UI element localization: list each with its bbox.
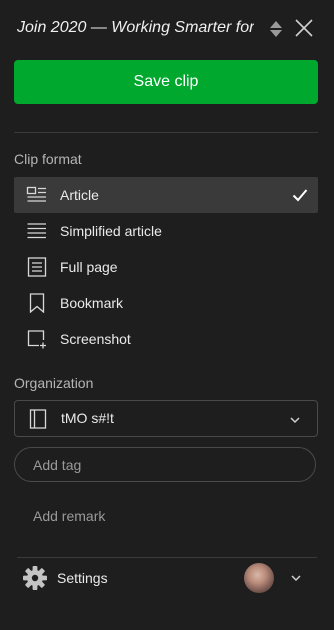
screenshot-icon [26,329,48,349]
format-label: Simplified article [60,223,162,239]
format-option-article[interactable]: Article [14,177,318,213]
chevron-down-icon [289,413,301,425]
check-icon [292,187,308,203]
clip-format-label: Clip format [14,151,82,167]
sort-updown-icon[interactable] [268,19,284,39]
format-label: Article [60,187,99,203]
simplified-article-icon [26,221,48,241]
remark-input[interactable] [14,500,316,532]
format-option-bookmark[interactable]: Bookmark [14,285,318,321]
chevron-down-icon[interactable] [290,571,302,583]
tag-input[interactable] [14,447,316,482]
gear-icon [22,565,48,591]
format-label: Screenshot [60,331,131,347]
clip-format-list: Article Simplified article Full page Boo… [14,177,318,357]
notebook-name: tMO s#!t [61,410,114,426]
settings-label: Settings [57,570,108,586]
clip-header: Join 2020 — Working Smarter for [0,0,334,56]
page-title[interactable]: Join 2020 — Working Smarter for [17,17,254,39]
settings-button[interactable]: Settings [22,564,108,592]
save-clip-button[interactable]: Save clip [14,60,318,104]
format-option-simplified-article[interactable]: Simplified article [14,213,318,249]
bookmark-icon [26,293,48,314]
divider [17,557,317,558]
notebook-icon [29,409,47,429]
format-option-full-page[interactable]: Full page [14,249,318,285]
format-label: Full page [60,259,118,275]
format-option-screenshot[interactable]: Screenshot [14,321,318,357]
format-label: Bookmark [60,295,124,311]
avatar[interactable] [244,563,274,593]
notebook-select[interactable]: tMO s#!t [14,400,318,437]
divider [14,132,318,133]
full-page-icon [26,257,48,277]
close-icon[interactable] [294,18,314,38]
organization-label: Organization [14,375,94,391]
article-icon [26,185,48,205]
